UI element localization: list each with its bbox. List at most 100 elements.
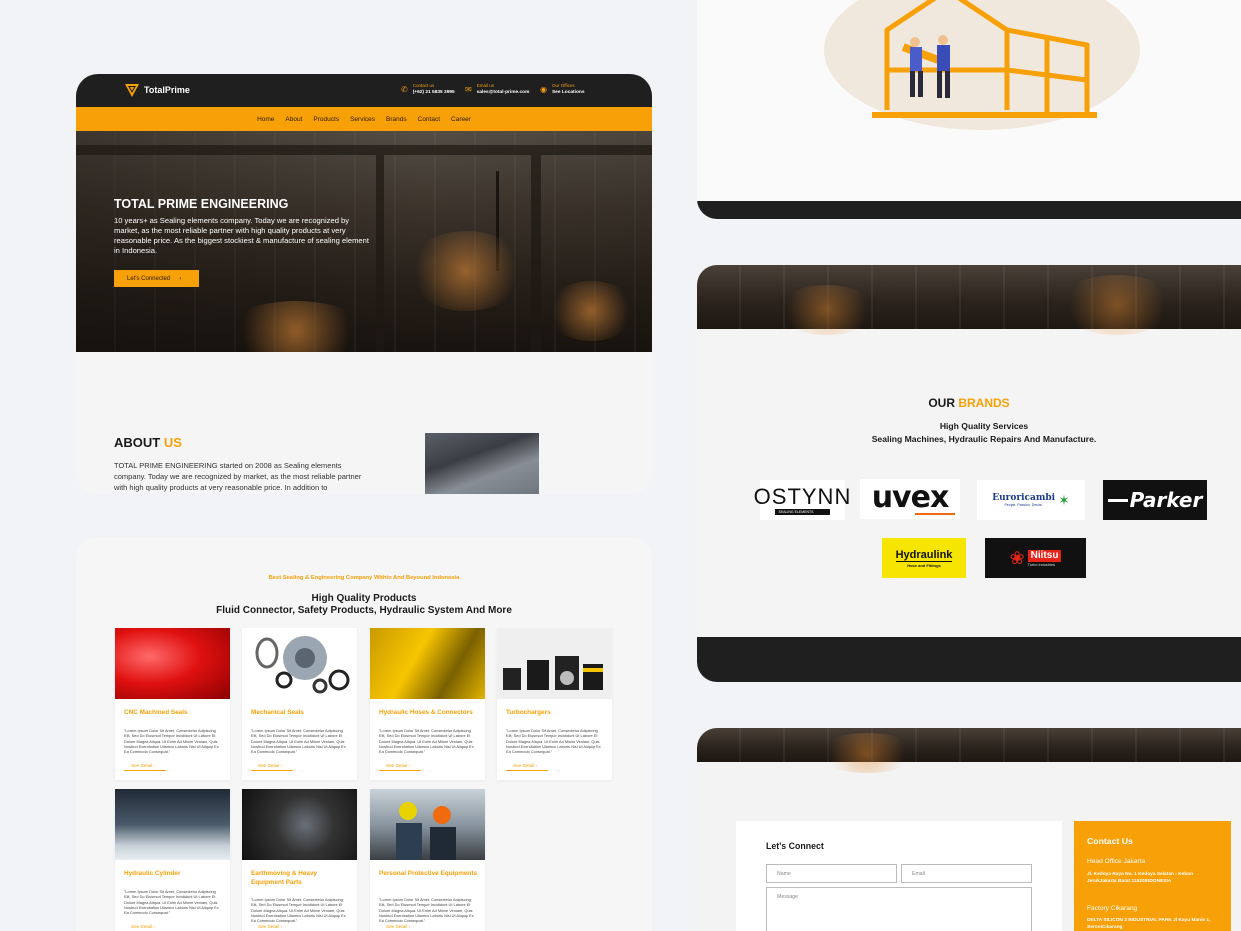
see-detail-label: See Detail <box>513 763 535 768</box>
product-description: "Lorem Ipsum Dolor Sit Amet, Consectetur… <box>251 897 346 924</box>
product-description: "Lorem Ipsum Dolor Sit Amet, Consectetur… <box>379 728 474 755</box>
turbocharger-boxes-illustration <box>503 656 603 690</box>
name-field[interactable]: Name <box>766 864 897 883</box>
email-field[interactable]: Email <box>901 864 1032 883</box>
niitsu-emblem-icon: ❀ <box>1009 547 1025 568</box>
products-heading-line1: High Quality Products <box>311 593 417 604</box>
mail-icon: ✉ <box>465 85 472 94</box>
brand-logo-euroricambi[interactable]: Euroricambi People. Passion. Desire. ✶ <box>977 480 1085 520</box>
euroricambi-star-icon: ✶ <box>1058 491 1070 508</box>
brands-section-preview: OUR BRANDS High Quality Services Sealing… <box>697 265 1241 682</box>
brand-logo-parker[interactable]: Parker <box>1103 480 1207 520</box>
see-detail-link[interactable]: See Detail › <box>251 924 293 931</box>
lets-connected-label: Let's Connected <box>127 275 171 282</box>
logo[interactable]: TotalPrime <box>124 82 190 98</box>
see-detail-label: See Detail <box>386 924 408 929</box>
products-heading-line2: Fluid Connector, Safety Products, Hydrau… <box>216 605 512 616</box>
product-card[interactable]: Mechanical Seals "Lorem Ipsum Dolor Sit … <box>242 628 357 780</box>
product-name: Hydraulic Cylinder <box>124 870 181 877</box>
parker-line-icon <box>1107 498 1128 502</box>
product-card[interactable]: Hydraulic Hoses & Connectors "Lorem Ipsu… <box>370 628 485 780</box>
about-title-main: ABOUT <box>114 435 161 450</box>
header-contact-phone[interactable]: ✆ Contact us (+62) 21 5835 3995 <box>401 83 455 96</box>
mechanical-seal-illustration <box>255 636 350 694</box>
see-detail-link[interactable]: See Detail › <box>379 763 421 771</box>
see-detail-link[interactable]: See Detail › <box>506 763 548 771</box>
banner-glow <box>777 285 877 335</box>
see-detail-link[interactable]: See Detail › <box>251 763 293 771</box>
euroricambi-text-group: Euroricambi People. Passion. Desire. <box>992 493 1055 507</box>
nav-about[interactable]: About <box>285 116 302 123</box>
contact-form: Let's Connect Name Email Message <box>736 821 1062 931</box>
product-description: "Lorem Ipsum Dolor Sit Amet, Consectetur… <box>251 728 346 755</box>
product-card[interactable]: Personal Protective Equipments "Lorem Ip… <box>370 789 485 931</box>
product-card[interactable]: CNC Machined Seals "Lorem Ipsum Dolor Si… <box>115 628 230 780</box>
product-description: "Lorem Ipsum Dolor Sit Amet, Consectetur… <box>506 728 601 755</box>
see-detail-link[interactable]: See Detail › <box>379 924 421 931</box>
office2-address: DELTA SILICON 3 INDUSTRIAL PARK Jl Kayu … <box>1087 918 1211 930</box>
brands-title-main: OUR <box>928 396 955 410</box>
products-heading: High Quality Products Fluid Connector, S… <box>76 593 652 617</box>
brand-logo-niitsu[interactable]: ❀ Niitsu Turbo Industries <box>985 538 1086 578</box>
euroricambi-tagline: People. Passion. Desire. <box>1004 503 1043 507</box>
hero-column <box>531 155 541 352</box>
product-card[interactable]: Earthmoving & Heavy Equipment Parts "Lor… <box>242 789 357 931</box>
hero-title: TOTAL PRIME ENGINEERING <box>114 197 289 211</box>
office1-label: Head Office Jakarta <box>1087 858 1146 865</box>
euroricambi-wordmark: Euroricambi <box>992 493 1056 503</box>
header-contact-email[interactable]: ✉ Email us sales@total-prime.com <box>465 83 529 96</box>
nav-contact[interactable]: Contact <box>418 116 440 123</box>
hero-beam <box>76 145 652 155</box>
homepage-hero-preview: TotalPrime ✆ Contact us (+62) 21 5835 39… <box>76 74 652 494</box>
hero-glow <box>406 231 526 311</box>
uvex-wordmark: uvex <box>871 480 950 515</box>
hero-glow <box>226 301 366 352</box>
office2-label: Factory Cikarang <box>1087 905 1138 912</box>
contact-us-box: Contact Us Head Office Jakarta Jl. Kedoy… <box>1074 821 1231 931</box>
product-card[interactable]: Hydraulic Cylinder "Lorem Ipsum Dolor Si… <box>115 789 230 931</box>
workers-illustration <box>396 802 456 860</box>
turbochargers-image <box>497 628 612 699</box>
see-detail-link[interactable]: See Detail › <box>124 763 166 771</box>
niitsu-text-group: Niitsu Turbo Industries <box>1027 549 1062 567</box>
section-footer-bar <box>697 637 1241 682</box>
brand-logo-uvex[interactable]: uvex <box>860 479 960 519</box>
ostynn-wordmark: OSTYNN <box>753 483 852 509</box>
parker-wordmark: Parker <box>1129 488 1203 512</box>
see-detail-link[interactable]: See Detail › <box>124 924 166 931</box>
brands-subtitle-line2: Sealing Machines, Hydraulic Repairs And … <box>871 434 1097 444</box>
product-card[interactable]: Turbochargers "Lorem Ipsum Dolor Sit Ame… <box>497 628 612 780</box>
header-offices[interactable]: ◉ Our Offices See Locations <box>540 83 585 96</box>
chevron-right-icon: › <box>153 924 156 929</box>
product-name: Turbochargers <box>506 709 551 716</box>
earthmoving-parts-image <box>242 789 357 860</box>
contact-section-preview: Let's Connect Name Email Message Contact… <box>697 728 1241 931</box>
brand-logo-ostynn[interactable]: OSTYNN SEALING ELEMENTS <box>754 480 850 520</box>
contact-us-title: Contact Us <box>1087 836 1133 846</box>
cnc-seals-image <box>115 628 230 699</box>
brands-title-accent: BRANDS <box>958 396 1010 410</box>
chevron-right-icon: › <box>408 924 411 929</box>
nav-products[interactable]: Products <box>313 116 339 123</box>
nav-services[interactable]: Services <box>350 116 375 123</box>
about-title: ABOUT US <box>114 435 182 450</box>
product-name: Mechanical Seals <box>251 709 304 716</box>
banner-glow <box>817 733 917 773</box>
hero-glow <box>546 281 636 341</box>
see-detail-label: See Detail <box>131 763 153 768</box>
product-description: "Lorem Ipsum Dolor Sit Amet, Consectetur… <box>379 897 474 924</box>
nav-brands[interactable]: Brands <box>386 116 407 123</box>
hydraulink-wordmark: Hydraulink <box>895 548 953 562</box>
brands-subtitle-line1: High Quality Services <box>939 421 1029 431</box>
see-detail-label: See Detail <box>258 763 280 768</box>
contact-form-title: Let's Connect <box>766 841 824 851</box>
message-field[interactable]: Message <box>766 887 1032 931</box>
see-detail-label: See Detail <box>258 924 280 929</box>
brand-logo-hydraulink[interactable]: Hydraulink Hose and Fittings <box>882 538 966 578</box>
product-name: Personal Protective Equipments <box>379 870 478 877</box>
nav-career[interactable]: Career <box>451 116 471 123</box>
nav-home[interactable]: Home <box>257 116 274 123</box>
protective-equipment-image <box>370 789 485 860</box>
lets-connected-button[interactable]: Let's Connected › <box>114 270 199 287</box>
mechanical-seals-image <box>242 628 357 699</box>
